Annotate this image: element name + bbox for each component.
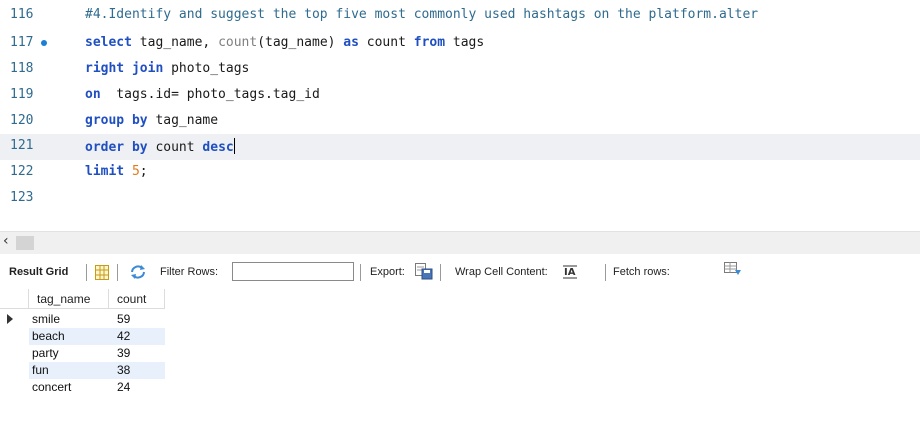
column-header-tag-name[interactable]: tag_name bbox=[29, 289, 109, 309]
code-token: (tag_name) bbox=[257, 35, 344, 50]
export-label: Export: bbox=[370, 266, 405, 278]
current-row-marker-icon bbox=[7, 314, 13, 324]
table-row[interactable]: beach 42 bbox=[0, 328, 165, 345]
result-toolbar: Result Grid Filter Rows: Export: Wrap Ce… bbox=[0, 259, 920, 287]
line-number: 123 bbox=[10, 190, 34, 205]
row-background bbox=[29, 362, 165, 379]
cell-tag-name[interactable]: fun bbox=[32, 362, 49, 379]
table-row[interactable]: smile 59 bbox=[0, 311, 165, 328]
code-token: tags bbox=[445, 35, 485, 50]
table-row[interactable]: fun 38 bbox=[0, 362, 165, 379]
toolbar-divider bbox=[360, 264, 361, 281]
code-keyword: right join bbox=[85, 61, 164, 76]
code-keyword: group by bbox=[85, 113, 148, 128]
line-number: 121 bbox=[10, 138, 34, 153]
code-text: select tag_name, count(tag_name) as coun… bbox=[85, 35, 484, 50]
code-keyword: select bbox=[85, 35, 132, 50]
cell-count[interactable]: 38 bbox=[117, 362, 130, 379]
scroll-thumb[interactable] bbox=[16, 236, 34, 250]
text-cursor bbox=[233, 138, 235, 154]
fetch-rows-icon[interactable] bbox=[724, 262, 742, 279]
grid-columns-icon[interactable] bbox=[95, 265, 109, 283]
line-number: 119 bbox=[10, 87, 34, 102]
row-selector-header[interactable] bbox=[0, 289, 29, 309]
code-keyword: desc bbox=[202, 140, 234, 155]
line-number: 122 bbox=[10, 164, 34, 179]
filter-rows-input[interactable] bbox=[232, 262, 354, 281]
cell-tag-name[interactable]: smile bbox=[32, 311, 60, 328]
code-token: tag_name bbox=[147, 113, 219, 128]
toolbar-divider bbox=[86, 264, 87, 281]
line-number: 116 bbox=[10, 7, 34, 22]
code-text: on tags.id= photo_tags.tag_id bbox=[85, 87, 320, 102]
fetch-rows-label: Fetch rows: bbox=[613, 266, 670, 278]
table-row[interactable]: concert 24 bbox=[0, 379, 165, 396]
breakpoint-dot-icon[interactable] bbox=[41, 40, 47, 46]
code-token: photo_tags bbox=[163, 61, 250, 76]
chevron-left-icon[interactable]: ‹ bbox=[3, 233, 9, 249]
grid-header: tag_name count bbox=[0, 289, 165, 309]
editor-line[interactable]: 122 limit 5; bbox=[0, 160, 920, 186]
toolbar-divider bbox=[440, 264, 441, 281]
code-keyword: limit bbox=[85, 164, 125, 179]
code-keyword: from bbox=[413, 35, 446, 50]
line-number: 118 bbox=[10, 61, 34, 76]
editor-line[interactable]: 123 bbox=[0, 186, 920, 212]
cell-tag-name[interactable]: concert bbox=[32, 379, 71, 396]
cell-count[interactable]: 24 bbox=[117, 379, 130, 396]
cell-count[interactable]: 59 bbox=[117, 311, 130, 328]
filter-rows-label: Filter Rows: bbox=[160, 266, 219, 278]
code-token: tags.id= photo_tags.tag_id bbox=[100, 87, 320, 102]
code-token: tag_name, bbox=[131, 35, 219, 50]
result-grid[interactable]: tag_name count smile 59 beach 42 party 3… bbox=[0, 289, 920, 435]
editor-line-current[interactable]: 121 order by count desc bbox=[0, 134, 920, 160]
line-number: 120 bbox=[10, 113, 34, 128]
code-text: group by tag_name bbox=[85, 113, 218, 128]
code-function: count bbox=[218, 35, 258, 50]
cell-count[interactable]: 42 bbox=[117, 328, 130, 345]
export-icon[interactable] bbox=[415, 263, 433, 283]
result-grid-tab[interactable]: Result Grid bbox=[9, 266, 68, 278]
line-number: 117 bbox=[10, 35, 34, 50]
code-keyword: order by bbox=[85, 140, 148, 155]
code-token: count bbox=[358, 35, 414, 50]
cell-count[interactable]: 39 bbox=[117, 345, 130, 362]
wrap-cell-icon[interactable]: IA bbox=[563, 265, 577, 282]
editor-line[interactable]: 117 select tag_name, count(tag_name) as … bbox=[0, 31, 920, 57]
column-header-count[interactable]: count bbox=[109, 289, 165, 309]
refresh-icon[interactable] bbox=[129, 264, 147, 283]
code-keyword: as bbox=[343, 35, 359, 50]
code-text: order by count desc bbox=[85, 138, 235, 155]
toolbar-divider bbox=[117, 264, 118, 281]
code-token: ; bbox=[139, 164, 148, 179]
editor-line[interactable]: 116 #4.Identify and suggest the top five… bbox=[0, 3, 920, 29]
code-text: limit 5; bbox=[85, 164, 148, 179]
cell-tag-name[interactable]: beach bbox=[32, 328, 65, 345]
wrap-cell-content-label: Wrap Cell Content: bbox=[455, 266, 548, 278]
table-row[interactable]: party 39 bbox=[0, 345, 165, 362]
code-comment: #4.Identify and suggest the top five mos… bbox=[85, 7, 759, 22]
code-keyword: on bbox=[85, 87, 101, 102]
code-number: 5 bbox=[131, 164, 140, 179]
horizontal-scrollbar[interactable]: ‹ bbox=[0, 231, 920, 254]
editor-line[interactable]: 120 group by tag_name bbox=[0, 109, 920, 135]
editor-line[interactable]: 118 right join photo_tags bbox=[0, 57, 920, 83]
sql-editor[interactable]: 116 #4.Identify and suggest the top five… bbox=[0, 0, 920, 230]
cell-tag-name[interactable]: party bbox=[32, 345, 59, 362]
toolbar-divider bbox=[605, 264, 606, 281]
code-text: right join photo_tags bbox=[85, 61, 249, 76]
svg-text:IA: IA bbox=[564, 267, 576, 278]
editor-line[interactable]: 119 on tags.id= photo_tags.tag_id bbox=[0, 83, 920, 109]
code-token: count bbox=[147, 140, 203, 155]
